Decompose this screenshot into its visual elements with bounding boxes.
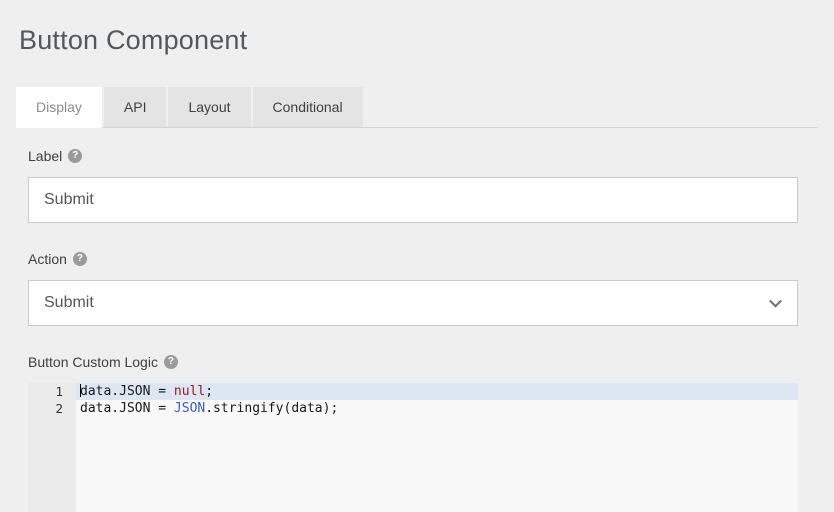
label-input[interactable] [28, 177, 798, 223]
action-select[interactable]: Submit [28, 280, 798, 326]
chevron-down-icon [769, 295, 782, 308]
code-token: ; [205, 384, 213, 399]
tab-conditional[interactable]: Conditional [253, 87, 363, 127]
action-field-group: Action ? Submit [28, 251, 798, 326]
page-title: Button Component [19, 25, 818, 56]
tab-display[interactable]: Display [16, 87, 102, 128]
code-line: data.JSON = null; [76, 383, 798, 400]
label-field-row: Label ? [28, 148, 798, 164]
label-field-label: Label [28, 148, 62, 164]
help-icon[interactable]: ? [68, 149, 82, 163]
tab-api[interactable]: API [104, 87, 167, 127]
custom-logic-group: Button Custom Logic ? 1 2 data.JSON = nu… [28, 354, 798, 512]
code-editor-gutter: 1 2 [28, 383, 76, 512]
component-settings-tabs: Display API Layout Conditional [16, 87, 818, 128]
action-field-row: Action ? [28, 251, 798, 267]
action-select-value: Submit [44, 294, 94, 312]
code-line: data.JSON = JSON.stringify(data); [76, 400, 798, 417]
code-token: .stringify(data); [205, 401, 338, 416]
action-field-label: Action [28, 251, 67, 267]
code-token: data.JSON = [80, 401, 174, 416]
code-editor-content[interactable]: data.JSON = null; data.JSON = JSON.strin… [76, 383, 798, 512]
line-number: 2 [28, 400, 76, 417]
line-number: 1 [28, 383, 76, 400]
code-token: JSON [174, 401, 205, 416]
custom-logic-row: Button Custom Logic ? [28, 354, 798, 370]
help-icon[interactable]: ? [164, 355, 178, 369]
display-tab-panel: Label ? Action ? Submit Button Custom Lo… [28, 148, 798, 512]
label-field-group: Label ? [28, 148, 798, 223]
custom-logic-code-editor[interactable]: 1 2 data.JSON = null; data.JSON = JSON.s… [28, 383, 798, 512]
custom-logic-label: Button Custom Logic [28, 354, 158, 370]
tab-layout[interactable]: Layout [168, 87, 250, 127]
help-icon[interactable]: ? [73, 252, 87, 266]
code-token: null [174, 384, 205, 399]
code-token: data.JSON = [80, 384, 174, 399]
